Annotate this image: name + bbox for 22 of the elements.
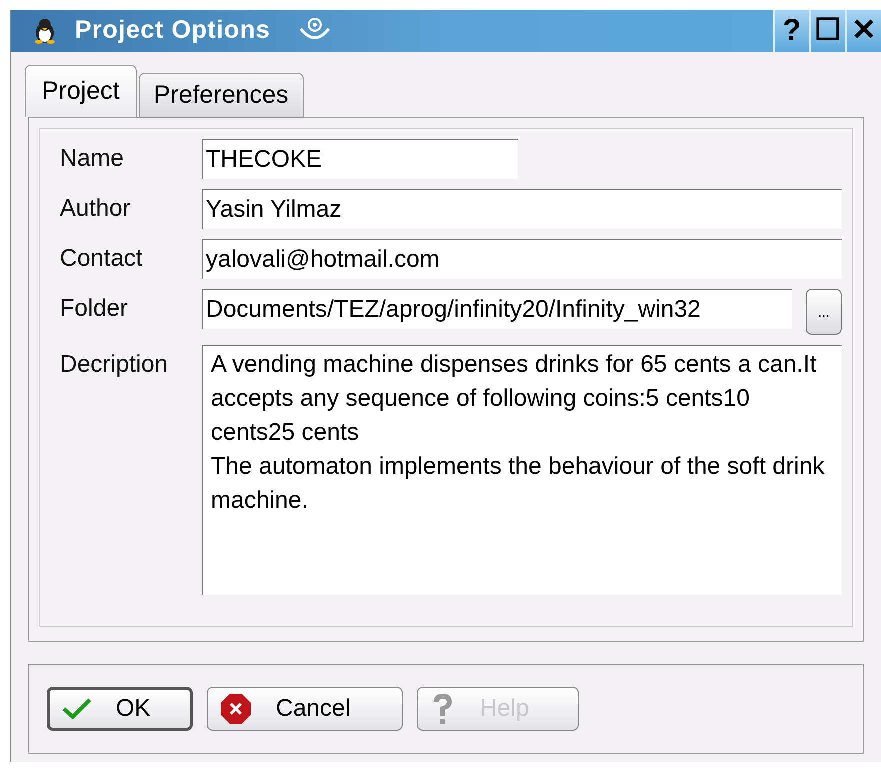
text-field[interactable]: THECOKE [202,139,518,179]
cancel-button[interactable]: Cancel [207,687,403,731]
window-title: Project Options [75,15,271,46]
field-label: Name [60,144,126,174]
close-button[interactable]: ✕ [845,10,881,52]
text-field[interactable]: Documents/TEZ/aprog/infinity20/Infinity_win32 [202,289,792,329]
field-label: Folder [60,294,130,324]
text-field[interactable]: yalovali@hotmail.com [202,239,842,279]
help-button[interactable]: ? [773,10,809,52]
field-label: Decription [60,350,170,380]
tab[interactable]: Preferences [138,73,304,117]
field-label: Contact [60,244,144,274]
maximize-button[interactable]: ☐ [809,10,845,52]
text-field[interactable]: Yasin Yilmaz [202,189,842,229]
description-field[interactable]: A vending machine dispenses drinks for 65 cents a can.It accepts any sequence of following coins:5 cents10 cents25 cents The automaton implements the behaviour of the soft drink machine. [202,345,842,595]
checkmark-icon [62,698,92,720]
field-label: Author [60,194,132,224]
browse-button[interactable]: ... [806,289,842,335]
ok-button[interactable]: OK [47,687,193,731]
penguin-icon [33,18,57,44]
stop-icon [220,693,252,725]
tab[interactable]: Project [25,65,137,117]
